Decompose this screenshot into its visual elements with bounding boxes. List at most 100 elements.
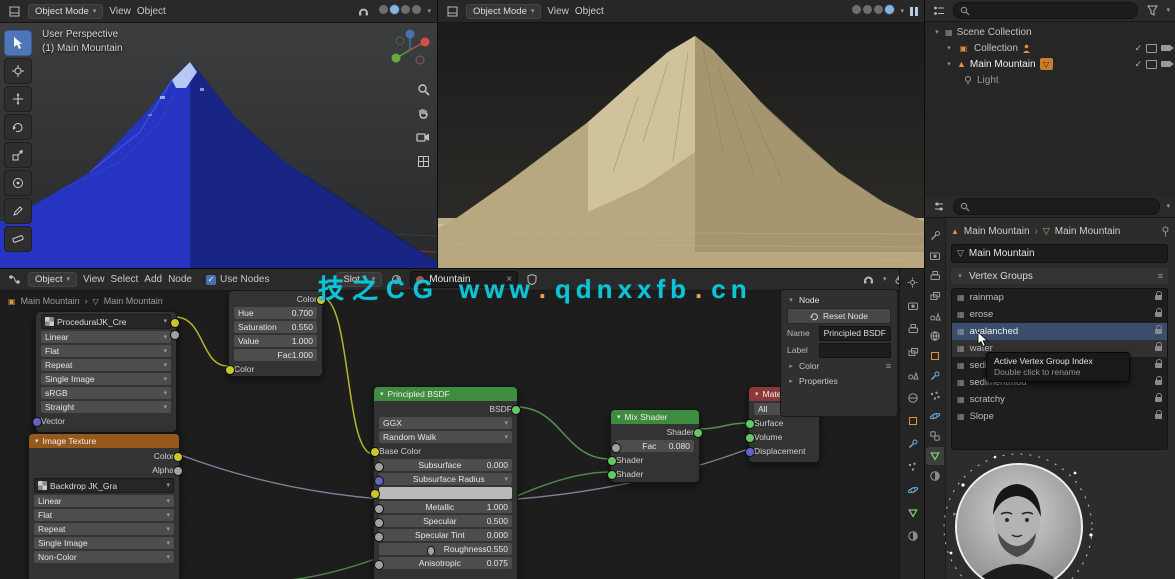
breadcrumb-object[interactable]: Main Mountain [964, 226, 1030, 237]
orthographic-grid-icon[interactable] [415, 154, 431, 169]
tab-particles[interactable] [926, 387, 944, 405]
outliner-row-label[interactable]: Main Mountain [970, 59, 1036, 70]
shading-mode-buttons[interactable] [377, 5, 421, 17]
image-datablock-field[interactable]: ProceduralJK_Cre ▾ [41, 314, 171, 329]
collapse-caret-icon[interactable]: ▾ [755, 391, 759, 398]
shader-input-socket[interactable] [607, 456, 617, 466]
menu-view[interactable]: View [547, 6, 569, 17]
tab-material[interactable] [905, 528, 921, 543]
menu-add[interactable]: Add [144, 274, 162, 285]
specular-tint-field[interactable]: Specular Tint0.000 [379, 529, 512, 541]
pin-icon[interactable] [1161, 226, 1170, 237]
specular-tint-input-socket[interactable] [374, 532, 384, 542]
vertex-group-row[interactable]: ▦rainmap [952, 289, 1167, 306]
anisotropic-input-socket[interactable] [374, 560, 384, 570]
lock-icon[interactable] [1155, 414, 1162, 419]
chevron-down-icon[interactable]: ▾ [427, 8, 431, 15]
shading-wireframe-icon[interactable] [379, 5, 388, 14]
tool-cursor[interactable] [4, 58, 32, 84]
avatar[interactable] [955, 463, 1083, 579]
lock-icon[interactable] [1155, 295, 1162, 300]
pause-icon[interactable] [910, 7, 918, 16]
outliner-editor-icon[interactable] [931, 3, 947, 18]
zoom-icon[interactable] [415, 82, 431, 97]
outliner-row-light[interactable]: Light [925, 72, 1175, 88]
vertex-group-name[interactable]: Slope [970, 411, 994, 422]
fac-slider[interactable]: Fac1.000 [234, 349, 317, 361]
chevron-down-icon[interactable]: ▾ [900, 8, 904, 15]
menu-icon[interactable]: ≡ [1158, 271, 1163, 281]
tool-move[interactable] [4, 86, 32, 112]
shading-material-icon[interactable] [401, 5, 410, 14]
expand-caret-icon[interactable]: ▾ [945, 44, 953, 52]
lock-icon[interactable] [1155, 346, 1162, 351]
vertex-groups-section-header[interactable]: ▾ Vertex Groups ≡ [951, 268, 1168, 284]
lock-icon[interactable] [1155, 363, 1162, 368]
vertex-group-name[interactable]: erose [970, 309, 994, 320]
tab-output[interactable] [926, 267, 944, 285]
menu-view[interactable]: View [109, 6, 131, 17]
color-space-dropdown[interactable]: sRGB▾ [41, 387, 171, 399]
monitor-icon[interactable] [1146, 44, 1157, 53]
lock-icon[interactable] [1155, 397, 1162, 402]
browse-icon[interactable]: ▾ [166, 482, 170, 489]
projection-dropdown[interactable]: Flat▾ [41, 345, 171, 357]
snap-magnet-icon[interactable] [355, 4, 371, 19]
tab-modifiers[interactable] [905, 436, 921, 451]
vector-input-socket[interactable] [32, 417, 42, 427]
menu-object[interactable]: Object [575, 6, 604, 17]
distribution-dropdown[interactable]: GGX▾ [379, 417, 512, 429]
chevron-down-icon[interactable]: ▾ [1166, 7, 1170, 14]
image-datablock-field[interactable]: Backdrop JK_Gra ▾ [34, 478, 174, 493]
outliner-row-label[interactable]: Scene Collection [957, 27, 1032, 38]
material-name-field[interactable]: Mountain × [410, 271, 518, 288]
tool-measure[interactable] [4, 226, 32, 252]
specular-field[interactable]: Specular0.500 [379, 515, 512, 527]
surface-input-socket[interactable] [745, 419, 755, 429]
subsurface-input-socket[interactable] [374, 462, 384, 472]
subsurface-color-input-socket[interactable] [370, 489, 380, 499]
shading-solid-icon[interactable] [390, 5, 399, 14]
shading-rendered-icon[interactable] [885, 5, 894, 14]
vertex-group-row[interactable]: ▦erose [952, 306, 1167, 323]
tab-world[interactable] [926, 327, 944, 345]
camera-icon[interactable] [1161, 45, 1171, 51]
tab-object[interactable] [905, 413, 921, 428]
sidebar-panel-header[interactable]: ▾ Node [787, 293, 891, 306]
subsurface-field[interactable]: Subsurface0.000 [379, 459, 512, 471]
outliner-row-label[interactable]: Collection [974, 43, 1018, 54]
snap-magnet-icon[interactable] [861, 272, 877, 287]
hue-field[interactable]: Hue0.700 [234, 307, 317, 319]
vertex-group-row[interactable]: ▦Slope [952, 408, 1167, 425]
hue-saturation-value-node[interactable]: Color Hue0.700 Saturation0.550 Value1.00… [228, 290, 323, 377]
reset-node-button[interactable]: Reset Node [787, 308, 891, 324]
tab-output[interactable] [905, 321, 921, 336]
tab-object[interactable] [926, 347, 944, 365]
metallic-input-socket[interactable] [374, 504, 384, 514]
subsurface-radius-field[interactable]: Subsurface Radius▾ [379, 473, 512, 485]
lock-icon[interactable] [1155, 380, 1162, 385]
tab-particles[interactable] [905, 459, 921, 474]
base-color-input-socket[interactable] [370, 447, 380, 457]
navigation-gizmo[interactable] [387, 26, 433, 72]
tool-scale[interactable] [4, 142, 32, 168]
shader-output-socket[interactable] [693, 428, 703, 438]
menu-node[interactable]: Node [168, 274, 192, 285]
vertex-group-name[interactable]: rainmap [970, 292, 1004, 303]
extension-dropdown[interactable]: Repeat▾ [41, 359, 171, 371]
tab-world[interactable] [905, 390, 921, 405]
properties-editor-icon[interactable] [931, 199, 947, 214]
lock-icon[interactable] [1155, 312, 1162, 317]
browse-material-icon[interactable] [388, 272, 404, 287]
tab-object-data[interactable] [905, 505, 921, 520]
alpha-output-socket[interactable] [173, 466, 183, 476]
node-header[interactable]: ▾ Mix Shader [611, 410, 699, 424]
fac-field[interactable]: Fac0.080 [616, 440, 694, 452]
volume-input-socket[interactable] [745, 433, 755, 443]
specular-input-socket[interactable] [374, 518, 384, 528]
roughness-slider[interactable]: Roughness0.550 [379, 543, 512, 555]
tab-scene[interactable] [926, 307, 944, 325]
mode-dropdown[interactable]: Object Mode▾ [466, 4, 541, 19]
subsurface-method-dropdown[interactable]: Random Walk▾ [379, 431, 512, 443]
node-editor-icon[interactable] [6, 272, 22, 287]
